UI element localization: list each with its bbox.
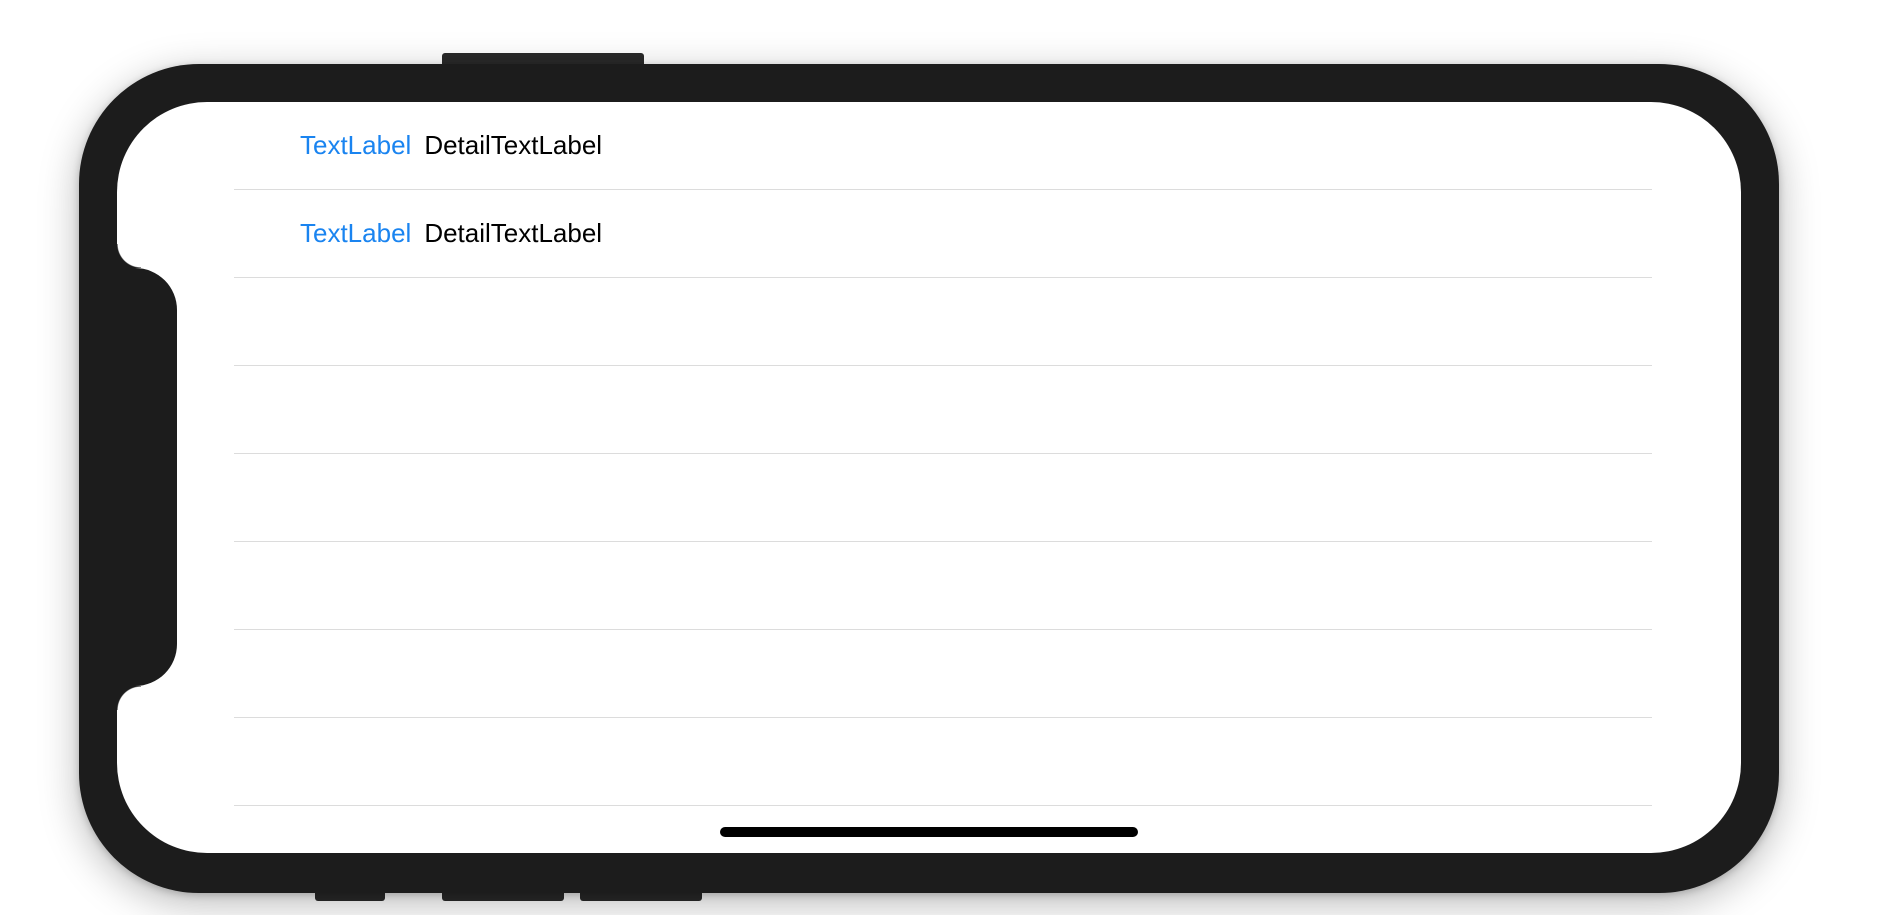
home-indicator[interactable] — [720, 827, 1138, 837]
text-label: TextLabel — [300, 130, 412, 160]
table-row-empty — [234, 542, 1652, 630]
table-row-empty — [234, 454, 1652, 542]
sensor-notch — [117, 244, 177, 710]
simulator-stage: TextLabel DetailTextLabel TextLabel Deta… — [0, 0, 1893, 915]
text-label: TextLabel — [300, 218, 412, 248]
table-row-empty — [234, 630, 1652, 718]
table-row[interactable]: TextLabel DetailTextLabel — [234, 190, 1652, 278]
table-row[interactable]: TextLabel DetailTextLabel — [234, 102, 1652, 190]
device-frame: TextLabel DetailTextLabel TextLabel Deta… — [79, 64, 1779, 893]
detail-text-label: DetailTextLabel — [424, 218, 603, 248]
table-row-empty — [234, 366, 1652, 454]
table-row-empty — [234, 278, 1652, 366]
table-view[interactable]: TextLabel DetailTextLabel TextLabel Deta… — [234, 102, 1652, 806]
table-row-empty — [234, 718, 1652, 806]
device-screen: TextLabel DetailTextLabel TextLabel Deta… — [117, 102, 1741, 853]
detail-text-label: DetailTextLabel — [424, 130, 603, 160]
